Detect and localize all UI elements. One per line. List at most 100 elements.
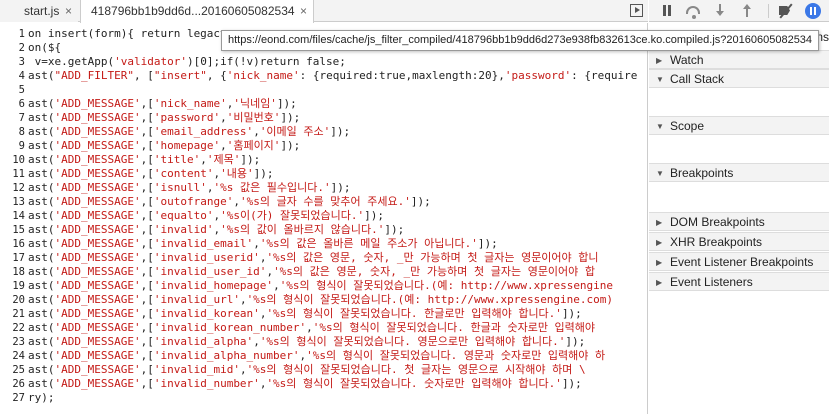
debugger-sidebar: ns ▶ Watch ▼ Call Stack ▼ Scope ▼ Breakp… <box>649 23 829 414</box>
line-number[interactable]: 17 <box>1 251 25 265</box>
expand-icon: ▶ <box>656 218 663 227</box>
code-line: ast('ADD_MESSAGE',['isnull','%s 값은 필수입니다… <box>28 181 351 194</box>
line-number[interactable]: 14 <box>1 209 25 223</box>
line-number[interactable]: 8 <box>1 125 25 139</box>
step-out-icon[interactable] <box>739 3 755 19</box>
section-label: Breakpoints <box>670 166 734 180</box>
line-number[interactable]: 5 <box>1 83 25 97</box>
code-line: ast('ADD_MESSAGE',['equalto','%s이(가) 잘못되… <box>28 209 385 222</box>
section-call-stack[interactable]: ▼ Call Stack <box>649 69 829 88</box>
code-line: ast('ADD_MESSAGE',['invalid_number','%s의… <box>28 377 582 390</box>
section-label: Event Listeners <box>670 275 753 289</box>
source-editor[interactable]: on insert(form){ return legacy on(${ v=xe… <box>0 23 648 414</box>
line-number[interactable]: 3 <box>1 55 25 69</box>
code-line: v=xe.getApp('validator')[0];if(!v)return… <box>28 55 346 68</box>
code-line: ast('ADD_MESSAGE',['invalid_user_id','%s… <box>28 265 596 278</box>
expand-icon: ▶ <box>656 56 663 65</box>
step-into-icon[interactable] <box>712 3 728 19</box>
line-number[interactable]: 22 <box>1 321 25 335</box>
line-number[interactable]: 20 <box>1 293 25 307</box>
toggle-debugger-icon[interactable] <box>630 4 643 17</box>
debugger-toolbar <box>649 0 829 22</box>
line-number[interactable]: 6 <box>1 97 25 111</box>
line-number[interactable]: 27 <box>1 391 25 405</box>
pause-icon[interactable] <box>659 3 675 19</box>
code-line: ast('ADD_MESSAGE',['invalid_alpha','%s의 … <box>28 335 586 348</box>
line-number[interactable]: 11 <box>1 167 25 181</box>
code-line: ast('ADD_MESSAGE',['email_address','이메일 … <box>28 125 351 138</box>
code-line: ast('ADD_MESSAGE',['invalid_url','%s의 형식… <box>28 293 614 306</box>
section-xhr-breakpoints[interactable]: ▶ XHR Breakpoints <box>649 232 829 251</box>
section-event-listener-breakpoints[interactable]: ▶ Event Listener Breakpoints <box>649 252 829 271</box>
scope-body <box>649 136 829 163</box>
editor-tab-bar: start.js × 418796bb1b9dd6d...20160605082… <box>0 0 648 23</box>
expand-icon: ▶ <box>656 258 663 267</box>
line-number[interactable]: 16 <box>1 237 25 251</box>
tab-close-icon[interactable]: × <box>65 0 72 22</box>
code-line: ast('ADD_MESSAGE',['invalid_alpha_number… <box>28 349 606 362</box>
section-label: XHR Breakpoints <box>670 235 763 249</box>
code-line: ast("ADD_FILTER", ["insert", {'nick_name… <box>28 69 638 82</box>
line-number[interactable]: 10 <box>1 153 25 167</box>
code-line: ast('ADD_MESSAGE',['invalid_korean_numbe… <box>28 321 596 334</box>
line-number[interactable]: 4 <box>1 69 25 83</box>
section-label: DOM Breakpoints <box>670 215 765 229</box>
section-label: Call Stack <box>670 72 725 86</box>
section-label: Scope <box>670 119 705 133</box>
url-tooltip: https://eond.com/files/cache/js_filter_c… <box>221 30 820 51</box>
code-line: ast('ADD_MESSAGE',['outofrange','%s의 글자 … <box>28 195 431 208</box>
expand-icon: ▶ <box>656 278 663 287</box>
line-number[interactable]: 2 <box>1 41 25 55</box>
call-stack-body <box>649 89 829 116</box>
line-number[interactable]: 26 <box>1 377 25 391</box>
line-number[interactable]: 13 <box>1 195 25 209</box>
line-number[interactable]: 12 <box>1 181 25 195</box>
deactivate-breakpoints-icon[interactable] <box>778 3 794 19</box>
code-line: ast('ADD_MESSAGE',['password','비밀번호']); <box>28 111 301 124</box>
expand-icon: ▶ <box>656 238 663 247</box>
code-line: ast('ADD_MESSAGE',['content','내용']); <box>28 167 274 180</box>
code-line: ast('ADD_MESSAGE',['invalid_homepage','%… <box>28 279 614 292</box>
code-line: ast('ADD_MESSAGE',['invalid_korean','%s의… <box>28 307 582 320</box>
code-line: ast('ADD_MESSAGE',['invalid_mid','%s의 형식… <box>28 363 586 376</box>
section-watch[interactable]: ▶ Watch <box>649 50 829 69</box>
code-line: ast('ADD_MESSAGE',['invalid','%s의 값이 올바르… <box>28 223 405 236</box>
section-label: Watch <box>670 53 704 67</box>
line-number-gutter[interactable]: 1 2 3 4 5 6 7 8 9 10 11 12 13 14 15 16 17 18 19 20 21 22 23 24 2… <box>0 23 27 414</box>
code-line: ast('ADD_MESSAGE',['title','제목']); <box>28 153 261 166</box>
toolbar-divider <box>768 4 769 18</box>
line-number[interactable]: 7 <box>1 111 25 125</box>
line-number[interactable]: 23 <box>1 335 25 349</box>
section-event-listeners[interactable]: ▶ Event Listeners <box>649 272 829 291</box>
collapse-icon: ▼ <box>656 122 664 131</box>
section-dom-breakpoints[interactable]: ▶ DOM Breakpoints <box>649 212 829 231</box>
collapse-icon: ▼ <box>656 169 664 178</box>
tab-start-js[interactable]: start.js × <box>0 0 78 22</box>
line-number[interactable]: 18 <box>1 265 25 279</box>
tab-close-icon[interactable]: × <box>300 0 307 22</box>
line-number[interactable]: 19 <box>1 279 25 293</box>
line-number[interactable]: 21 <box>1 307 25 321</box>
section-label: Event Listener Breakpoints <box>670 255 814 269</box>
line-number[interactable]: 25 <box>1 363 25 377</box>
tab-compiled-js[interactable]: 418796bb1b9dd6d...20160605082534 × <box>80 0 314 23</box>
line-number[interactable]: 15 <box>1 223 25 237</box>
line-number[interactable]: 9 <box>1 139 25 153</box>
code-line: ast('ADD_MESSAGE',['invalid_userid','%s의… <box>28 251 599 264</box>
section-breakpoints[interactable]: ▼ Breakpoints <box>649 163 829 182</box>
section-scope[interactable]: ▼ Scope <box>649 116 829 135</box>
breakpoints-body <box>649 183 829 212</box>
code-area[interactable]: on insert(form){ return legacy on(${ v=xe… <box>0 23 647 414</box>
code-line: ry); <box>28 391 55 404</box>
code-line: ast('ADD_MESSAGE',['nick_name','닉네임']); <box>28 97 297 110</box>
collapse-icon: ▼ <box>656 75 664 84</box>
code-line: ast('ADD_MESSAGE',['invalid_email','%s의 … <box>28 237 498 250</box>
tab-label: 418796bb1b9dd6d...20160605082534 <box>91 4 295 18</box>
pause-on-exceptions-icon[interactable] <box>805 3 821 19</box>
line-number[interactable]: 24 <box>1 349 25 363</box>
code-line: ast('ADD_MESSAGE',['homepage','홈페이지']); <box>28 139 301 152</box>
step-over-icon[interactable] <box>686 6 700 19</box>
tab-label: start.js <box>24 4 60 18</box>
line-number[interactable]: 1 <box>1 27 25 41</box>
